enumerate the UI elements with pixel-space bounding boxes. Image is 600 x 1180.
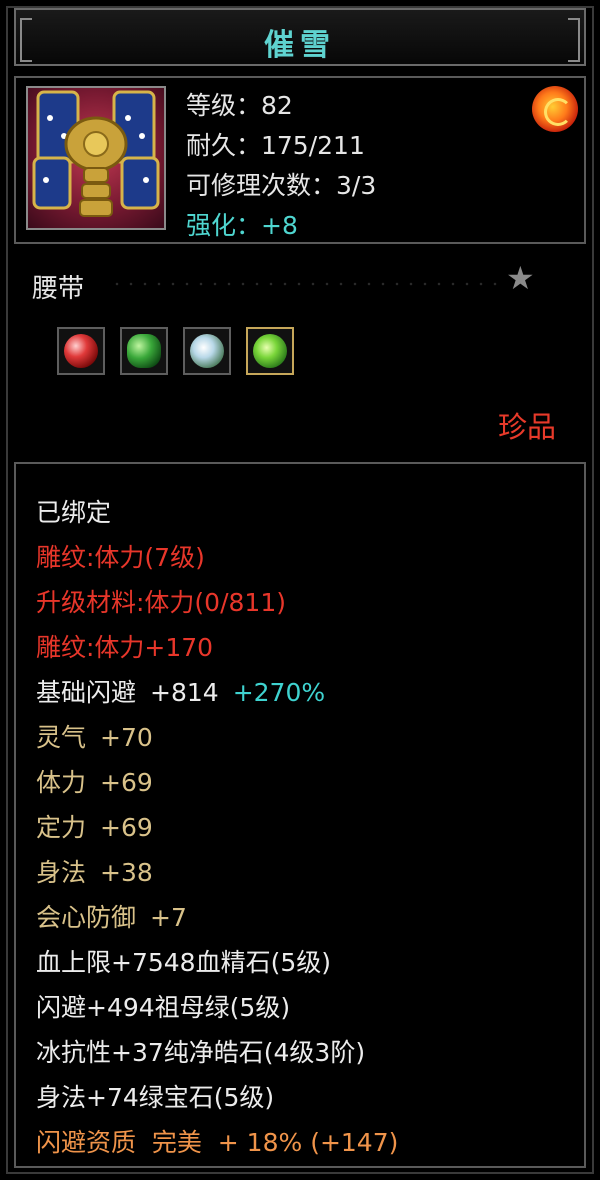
- item-stats: 等级：82 耐久：175/211 可修理次数：3/3 强化：+8: [186, 86, 376, 246]
- quality-line: 闪避资质 完美 + 18% (+147): [36, 1128, 399, 1157]
- base-dodge-value: +814: [150, 678, 219, 707]
- stat-value: +38: [100, 858, 153, 887]
- stat-label: 灵气: [36, 723, 87, 752]
- gem-slot-2[interactable]: [120, 327, 168, 375]
- stat-line: 灵气 +70: [36, 715, 398, 760]
- enhance-stat: 强化：+8: [186, 211, 298, 240]
- repair-count-stat: 可修理次数：3/3: [186, 171, 377, 200]
- gem-slot-1[interactable]: [57, 327, 105, 375]
- base-dodge-label: 基础闪避: [36, 678, 137, 707]
- stat-value: +69: [100, 768, 153, 797]
- title-bar: 催雪: [14, 8, 586, 66]
- upgrade-material-line: 升级材料:体力(0/811): [36, 588, 286, 617]
- rarity-label: 珍品: [497, 410, 556, 444]
- stat-line: 定力 +69: [36, 805, 398, 850]
- title-ornament-right: [568, 18, 580, 62]
- white-gem-icon: [190, 334, 224, 368]
- level-stat: 等级：82: [186, 91, 293, 120]
- stat-label: 定力: [36, 813, 87, 842]
- engraving-bonus-line: 雕纹:体力+170: [36, 633, 214, 662]
- base-dodge-line: 基础闪避 +814 +270%: [36, 670, 398, 715]
- stat-value: +7: [150, 903, 187, 932]
- dragon-emblem-icon: [532, 86, 578, 132]
- stat-line: 身法 +38: [36, 850, 398, 895]
- stat-line: 体力 +69: [36, 760, 398, 805]
- attributes-panel: 已绑定 雕纹:体力(7级) 升级材料:体力(0/811) 雕纹:体力+170 基…: [14, 462, 586, 1168]
- gem-bonus-line: 身法+74绿宝石(5级): [36, 1083, 275, 1112]
- durability-stat: 耐久：175/211: [186, 131, 365, 160]
- gem-slot-4[interactable]: [246, 327, 294, 375]
- star-icon[interactable]: ★: [506, 262, 535, 294]
- stat-label: 会心防御: [36, 903, 137, 932]
- stat-value: +70: [100, 723, 153, 752]
- armor-belt-icon: [26, 86, 166, 230]
- gem-bonus-line: 闪避+494祖母绿(5级): [36, 993, 291, 1022]
- gem-bonus-line: 冰抗性+37纯净皓石(4级3阶): [36, 1038, 366, 1067]
- stat-label: 身法: [36, 858, 87, 887]
- gem-bonus-line: 血上限+7548血精石(5级): [36, 948, 331, 977]
- item-type: 腰带: [32, 274, 85, 304]
- separator-dots: [110, 282, 500, 286]
- bound-status: 已绑定: [36, 498, 112, 527]
- base-dodge-extra: +270%: [232, 678, 326, 707]
- red-gem-icon: [64, 334, 98, 368]
- jade-ring-icon: [127, 334, 161, 368]
- gem-slot-3[interactable]: [183, 327, 231, 375]
- stat-value: +69: [100, 813, 153, 842]
- engraving-line: 雕纹:体力(7级): [36, 543, 205, 572]
- item-name: 催雪: [264, 28, 336, 63]
- stat-line: 会心防御 +7: [36, 895, 398, 940]
- stat-label: 体力: [36, 768, 87, 797]
- green-gem-icon: [253, 334, 287, 368]
- item-header: 等级：82 耐久：175/211 可修理次数：3/3 强化：+8: [14, 76, 586, 244]
